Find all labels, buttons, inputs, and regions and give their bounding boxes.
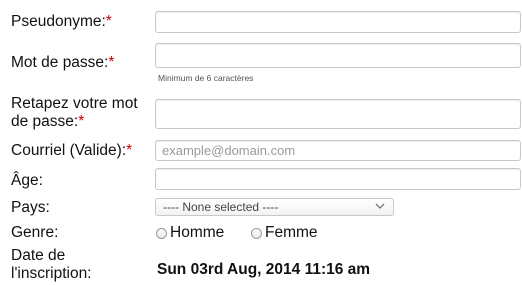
- gender-option-femme-label: Femme: [265, 224, 318, 241]
- registration-date-value: Sun 03rd Aug, 2014 11:16 am: [157, 261, 371, 278]
- username-label-text: Pseudonyme:: [11, 13, 106, 30]
- gender-label: Genre:: [11, 224, 58, 242]
- username-label: Pseudonyme:*: [11, 13, 112, 31]
- password-confirm-label-line1: Retapez votre mot: [11, 95, 138, 112]
- required-marker: *: [126, 142, 133, 159]
- required-marker: *: [105, 13, 112, 30]
- email-label-text: Courriel (Valide):: [11, 142, 127, 159]
- gender-option-homme[interactable]: Homme: [156, 224, 224, 242]
- country-select[interactable]: ---- None selected ----: [155, 198, 394, 216]
- country-label: Pays:: [11, 199, 50, 217]
- password-input[interactable]: [155, 43, 521, 68]
- country-label-text: Pays:: [11, 199, 50, 216]
- age-label-text: Âge:: [11, 172, 43, 189]
- password-confirm-label-line2: de passe:: [11, 113, 79, 130]
- radio-homme[interactable]: [156, 227, 167, 239]
- age-label: Âge:: [11, 172, 43, 190]
- password-hint: Minimum de 6 caractères: [158, 73, 254, 83]
- registration-date-label-line2: l'inscription:: [11, 265, 92, 282]
- registration-date-label-line1: Date de: [11, 247, 66, 264]
- username-input[interactable]: [155, 11, 521, 33]
- required-marker: *: [108, 54, 115, 71]
- age-input[interactable]: [155, 168, 521, 190]
- email-placeholder: example@domain.com: [162, 143, 296, 158]
- password-label: Mot de passe:*: [11, 54, 114, 72]
- email-input[interactable]: example@domain.com: [155, 140, 521, 161]
- gender-option-homme-label: Homme: [170, 224, 225, 241]
- chevron-down-icon: [375, 203, 385, 209]
- registration-date-label: Date de l'inscription:: [11, 247, 92, 283]
- radio-femme[interactable]: [251, 227, 262, 239]
- email-label: Courriel (Valide):*: [11, 142, 132, 160]
- password-label-text: Mot de passe:: [11, 54, 109, 71]
- country-selected-value: ---- None selected ----: [163, 200, 279, 214]
- gender-label-text: Genre:: [11, 224, 59, 241]
- password-confirm-label: Retapez votre mot de passe:*: [11, 95, 138, 131]
- required-marker: *: [78, 113, 85, 130]
- gender-option-femme[interactable]: Femme: [251, 224, 318, 242]
- password-confirm-input[interactable]: [155, 99, 521, 129]
